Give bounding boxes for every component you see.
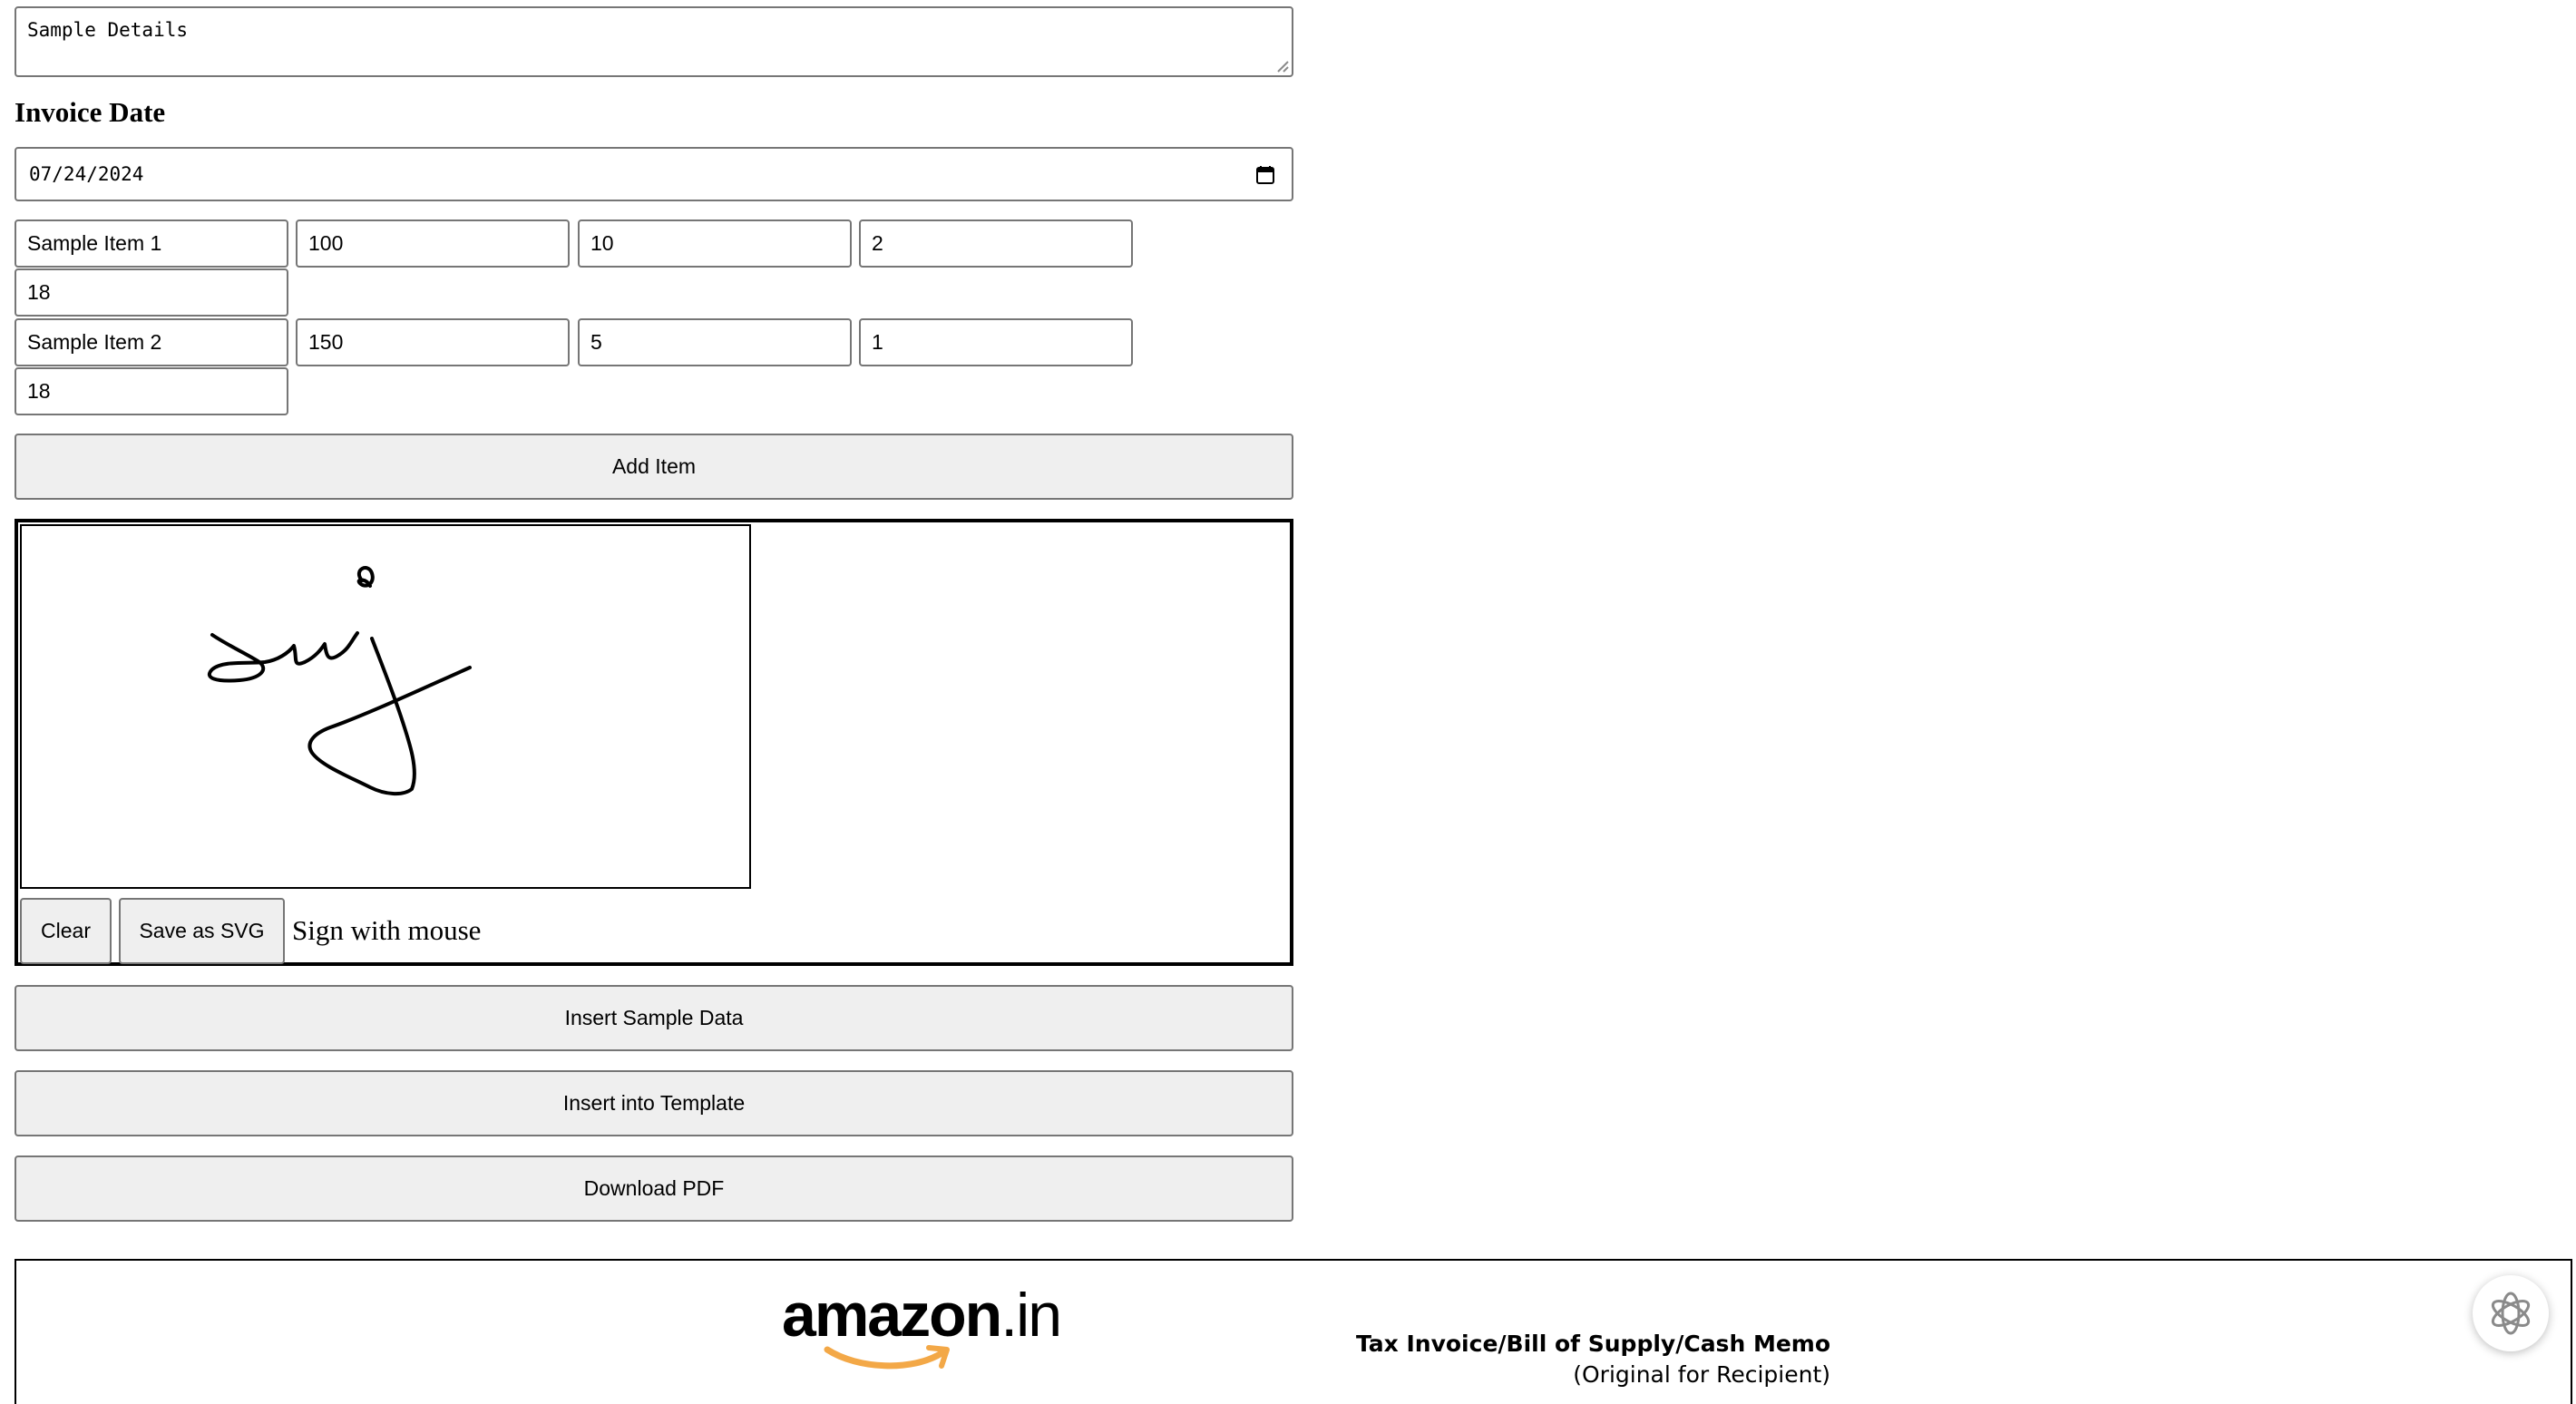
invoice-title: Tax Invoice/Bill of Supply/Cash Memo <box>1355 1331 1830 1357</box>
logo-tld: .in <box>1000 1281 1062 1350</box>
insert-sample-data-button[interactable]: Insert Sample Data <box>15 985 1293 1051</box>
item-2-quantity-input[interactable]: 1 <box>859 318 1133 366</box>
item-2-price-input[interactable]: 150 <box>296 318 570 366</box>
item-1-price-input[interactable]: 100 <box>296 219 570 268</box>
invoice-subtitle: (Original for Recipient) <box>1573 1361 1830 1388</box>
insert-into-template-button[interactable]: Insert into Template <box>15 1070 1293 1136</box>
item-1-name-input[interactable]: Sample Item 1 <box>15 219 288 268</box>
signature-pad-container: Clear Save as SVG Sign with mouse <box>15 519 1293 966</box>
details-text: Sample Details <box>27 19 189 41</box>
item-1-quantity-input[interactable]: 2 <box>859 219 1133 268</box>
amazon-logo: amazon.in <box>782 1279 1090 1379</box>
signature-canvas[interactable] <box>20 524 751 889</box>
invoice-template-preview: amazon.in Tax Invoice/Bill of Supply/Cas… <box>15 1259 2572 1404</box>
signature-drawing <box>207 566 472 795</box>
assistant-floating-button[interactable] <box>2473 1275 2549 1351</box>
calendar-icon[interactable] <box>1255 165 1275 185</box>
item-1-tax-input[interactable]: 18 <box>15 268 288 317</box>
item-2-name-input[interactable]: Sample Item 2 <box>15 318 288 366</box>
openai-icon <box>2491 1292 2531 1335</box>
details-textarea[interactable]: Sample Details <box>15 6 1293 77</box>
resize-grip-icon[interactable] <box>1273 56 1289 73</box>
add-item-button[interactable]: Add Item <box>15 434 1293 500</box>
amazon-smile-arrow <box>824 1345 950 1370</box>
item-1-discount-input[interactable]: 10 <box>578 219 852 268</box>
clear-signature-button[interactable]: Clear <box>20 898 112 964</box>
signature-hint: Sign with mouse <box>292 914 482 946</box>
invoice-date-value: 07/24/2024 <box>29 163 144 185</box>
item-2-discount-input[interactable]: 5 <box>578 318 852 366</box>
save-svg-button[interactable]: Save as SVG <box>119 898 285 964</box>
invoice-date-input[interactable]: 07/24/2024 <box>15 147 1293 201</box>
item-2-tax-input[interactable]: 18 <box>15 367 288 415</box>
download-pdf-button[interactable]: Download PDF <box>15 1155 1293 1222</box>
invoice-date-label: Invoice Date <box>15 96 166 128</box>
